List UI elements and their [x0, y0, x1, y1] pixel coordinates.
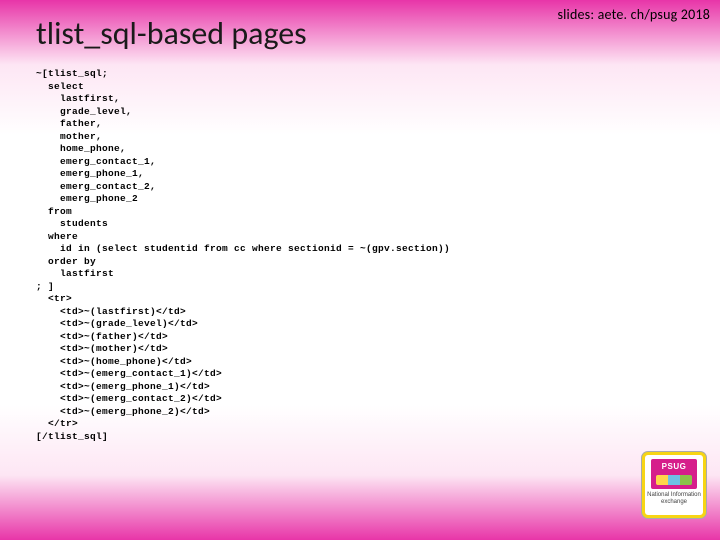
psug-sign-icon [651, 459, 697, 489]
psug-logo: National Information exchange [642, 452, 706, 518]
code-block: ~[tlist_sql; select lastfirst, grade_lev… [36, 68, 450, 443]
page-title: tlist_sql-based pages [36, 14, 307, 53]
logo-caption: National Information exchange [645, 492, 703, 506]
slides-link: slides: aete. ch/psug 2018 [557, 6, 710, 23]
